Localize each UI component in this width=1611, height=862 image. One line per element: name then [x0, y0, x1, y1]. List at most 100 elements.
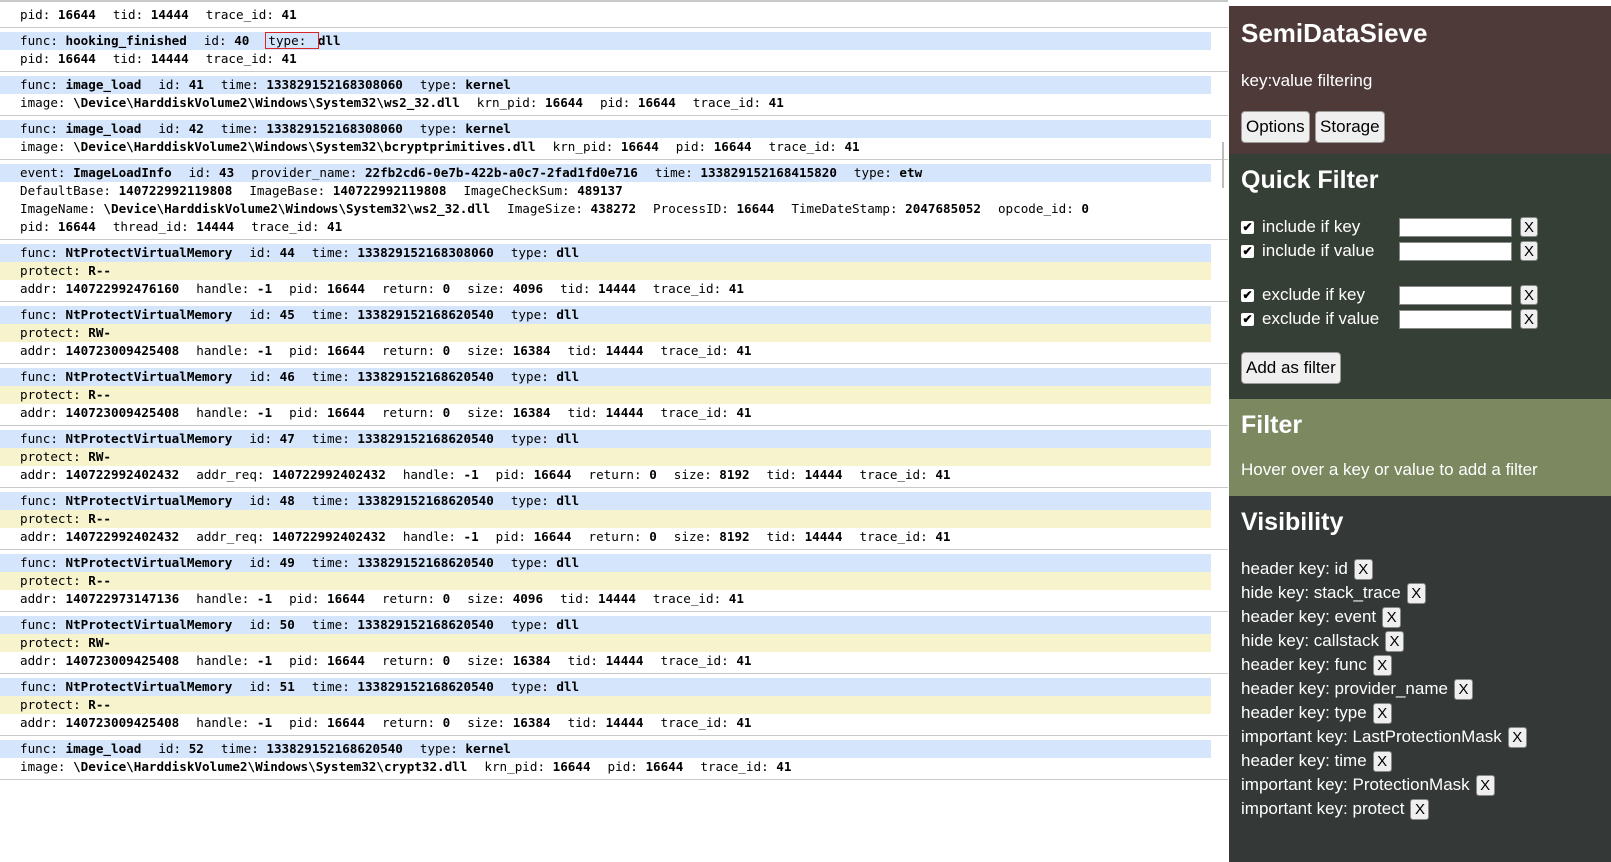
field-value[interactable]: \Device\HarddiskVolume2\Windows\System32…	[73, 139, 536, 154]
close-icon[interactable]: X	[1384, 630, 1404, 652]
field-value[interactable]: -1	[464, 529, 479, 544]
field-key[interactable]: handle	[196, 281, 242, 296]
field-key[interactable]: size	[467, 343, 497, 358]
field-value[interactable]: 0	[443, 591, 451, 606]
field-value[interactable]: 41	[935, 529, 950, 544]
field-value[interactable]: 133829152168620540	[357, 307, 493, 322]
field-value[interactable]: 0	[443, 281, 451, 296]
close-icon[interactable]: X	[1520, 309, 1538, 329]
field-key[interactable]: trace_id	[206, 51, 267, 66]
field-value[interactable]: -1	[464, 467, 479, 482]
field-value[interactable]: 0	[443, 343, 451, 358]
field-value[interactable]: 14444	[196, 219, 234, 234]
field-value[interactable]: 41	[736, 715, 751, 730]
scrollbar-thumb[interactable]	[1222, 142, 1224, 188]
field-value[interactable]: 438272	[591, 201, 637, 216]
quick-filter-input[interactable]	[1399, 285, 1512, 305]
field-value[interactable]: 0	[1081, 201, 1089, 216]
field-value[interactable]: 41	[935, 467, 950, 482]
field-key[interactable]: handle	[403, 467, 449, 482]
field-value[interactable]: NtProtectVirtualMemory	[66, 369, 233, 384]
field-value[interactable]: \Device\HarddiskVolume2\Windows\System32…	[73, 95, 460, 110]
field-value[interactable]: image_load	[66, 77, 142, 92]
field-key[interactable]: type	[511, 431, 541, 446]
check-icon[interactable]: ✔	[1241, 220, 1254, 234]
field-key[interactable]: image	[20, 95, 58, 110]
field-value[interactable]: 41	[282, 51, 297, 66]
field-value[interactable]: 14444	[151, 7, 189, 22]
field-key[interactable]: return	[382, 343, 428, 358]
field-value[interactable]: 16644	[645, 759, 683, 774]
field-key[interactable]: protect	[20, 449, 73, 464]
field-value[interactable]: 14444	[805, 467, 843, 482]
field-value[interactable]: 0	[443, 715, 451, 730]
field-value[interactable]: 42	[189, 121, 204, 136]
field-key[interactable]: event	[20, 165, 58, 180]
close-icon[interactable]: X	[1406, 582, 1426, 604]
field-value[interactable]: 133829152168415820	[700, 165, 836, 180]
field-key[interactable]: ImageBase	[249, 183, 317, 198]
field-key[interactable]: trace_id	[660, 715, 721, 730]
field-value[interactable]: 44	[280, 245, 295, 260]
field-key[interactable]: id	[249, 431, 264, 446]
field-key[interactable]: pid	[20, 219, 43, 234]
field-value[interactable]: 16644	[58, 51, 96, 66]
field-key[interactable]: pid	[676, 139, 699, 154]
field-key[interactable]: time	[312, 555, 342, 570]
field-key[interactable]: time	[312, 431, 342, 446]
field-value[interactable]: 51	[280, 679, 295, 694]
field-value[interactable]: NtProtectVirtualMemory	[66, 617, 233, 632]
field-key[interactable]: addr	[20, 343, 50, 358]
field-value[interactable]: etw	[899, 165, 922, 180]
field-key[interactable]: addr	[20, 715, 50, 730]
close-icon[interactable]: X	[1372, 750, 1392, 772]
field-value[interactable]: dll	[318, 33, 341, 48]
field-key[interactable]: func	[20, 245, 50, 260]
field-value[interactable]: R--	[88, 387, 111, 402]
field-key[interactable]: thread_id	[113, 219, 181, 234]
field-key[interactable]: time	[312, 679, 342, 694]
field-key[interactable]: type	[511, 493, 541, 508]
field-key[interactable]: tid	[568, 405, 591, 420]
field-value[interactable]: 4096	[513, 591, 543, 606]
field-key[interactable]: addr	[20, 405, 50, 420]
field-value[interactable]: 133829152168620540	[357, 617, 493, 632]
field-key[interactable]: tid	[568, 343, 591, 358]
field-value[interactable]: 140722992402432	[66, 467, 180, 482]
field-value[interactable]: 133829152168620540	[357, 555, 493, 570]
field-value[interactable]: NtProtectVirtualMemory	[66, 555, 233, 570]
field-value[interactable]: R--	[88, 263, 111, 278]
field-key[interactable]: trace_id	[693, 95, 754, 110]
field-value[interactable]: 0	[649, 529, 657, 544]
field-value[interactable]: NtProtectVirtualMemory	[66, 431, 233, 446]
field-value[interactable]: 0	[443, 653, 451, 668]
field-value[interactable]: 16644	[714, 139, 752, 154]
field-value[interactable]: 16644	[58, 7, 96, 22]
field-value[interactable]: 16644	[58, 219, 96, 234]
close-icon[interactable]: X	[1475, 774, 1495, 796]
field-value[interactable]: dll	[556, 369, 579, 384]
field-value[interactable]: -1	[257, 405, 272, 420]
field-key[interactable]: image	[20, 759, 58, 774]
quick-filter-input[interactable]	[1399, 241, 1512, 261]
field-value[interactable]: -1	[257, 281, 272, 296]
field-key[interactable]: handle	[196, 715, 242, 730]
field-key[interactable]: type	[268, 33, 298, 48]
log-view[interactable]: pid: 16644 tid: 14444 trace_id: 41 func: ho…	[0, 0, 1228, 862]
field-value[interactable]: image_load	[66, 741, 142, 756]
field-value[interactable]: 16644	[327, 715, 365, 730]
field-value[interactable]: 16644	[327, 591, 365, 606]
field-key[interactable]: id	[249, 679, 264, 694]
field-value[interactable]: 16644	[327, 405, 365, 420]
field-key[interactable]: protect	[20, 697, 73, 712]
field-key[interactable]: tid	[767, 467, 790, 482]
field-key[interactable]: time	[312, 617, 342, 632]
field-key[interactable]: trace_id	[660, 405, 721, 420]
field-key[interactable]: func	[20, 369, 50, 384]
field-key[interactable]: size	[467, 653, 497, 668]
field-key[interactable]: type	[420, 121, 450, 136]
field-value[interactable]: NtProtectVirtualMemory	[66, 245, 233, 260]
field-key[interactable]: size	[467, 715, 497, 730]
field-key[interactable]: addr	[20, 591, 50, 606]
field-key[interactable]: addr	[20, 281, 50, 296]
